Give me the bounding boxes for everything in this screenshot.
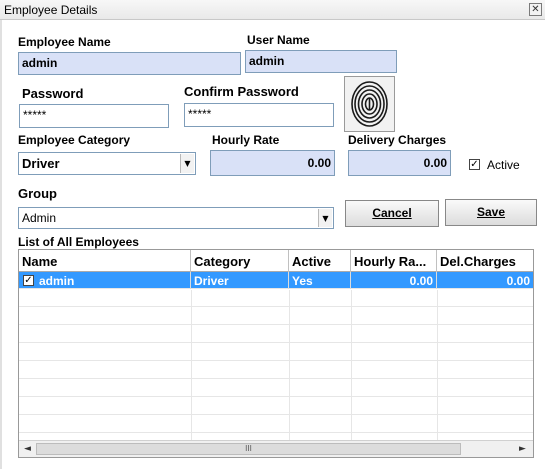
confirm-password-label: Confirm Password bbox=[184, 84, 299, 99]
column-header-category[interactable]: Category bbox=[191, 250, 289, 272]
chevron-down-icon[interactable]: ▼ bbox=[180, 154, 194, 173]
empty-row bbox=[19, 398, 533, 415]
delivery-charges-field[interactable]: 0.00 bbox=[348, 150, 451, 176]
active-label: Active bbox=[487, 158, 520, 172]
checkmark-icon: ✓ bbox=[24, 275, 33, 286]
employee-name-label: Employee Name bbox=[18, 35, 111, 49]
group-value: Admin bbox=[22, 211, 57, 225]
column-header-name[interactable]: Name bbox=[19, 250, 191, 272]
user-name-label: User Name bbox=[247, 33, 310, 47]
column-header-active[interactable]: Active bbox=[289, 250, 351, 272]
table-row[interactable]: ✓ admin Driver Yes 0.00 0.00 bbox=[19, 272, 533, 289]
hourly-rate-field[interactable]: 0.00 bbox=[210, 150, 335, 176]
cell-active: Yes bbox=[289, 272, 351, 289]
scroll-thumb[interactable]: III bbox=[36, 443, 461, 455]
empty-row bbox=[19, 362, 533, 379]
empty-row bbox=[19, 290, 533, 307]
group-select[interactable]: Admin ▼ bbox=[18, 207, 334, 229]
scroll-right-icon[interactable]: ► bbox=[515, 442, 530, 456]
checkmark-icon: ✓ bbox=[470, 159, 479, 170]
window-frame bbox=[0, 20, 2, 469]
cell-del-charges: 0.00 bbox=[506, 274, 530, 288]
cancel-button[interactable]: Cancel bbox=[345, 200, 439, 227]
save-button[interactable]: Save bbox=[445, 199, 537, 226]
empty-row bbox=[19, 326, 533, 343]
horizontal-scrollbar[interactable]: ◄ III ► bbox=[19, 440, 533, 457]
column-header-del-charges[interactable]: Del.Charges bbox=[437, 250, 533, 272]
hourly-rate-label: Hourly Rate bbox=[212, 133, 280, 147]
employee-grid[interactable]: Name Category Active Hourly Ra... Del.Ch… bbox=[18, 249, 534, 458]
grid-header: Name Category Active Hourly Ra... Del.Ch… bbox=[19, 250, 533, 272]
window-title: Employee Details bbox=[4, 3, 98, 17]
password-label: Password bbox=[22, 86, 84, 101]
column-divider bbox=[191, 290, 192, 440]
row-checkbox[interactable]: ✓ bbox=[23, 275, 34, 286]
empty-row bbox=[19, 380, 533, 397]
column-header-hourly-rate[interactable]: Hourly Ra... bbox=[351, 250, 437, 272]
cell-category: Driver bbox=[191, 272, 289, 289]
column-divider bbox=[351, 290, 352, 440]
empty-row bbox=[19, 344, 533, 361]
column-divider bbox=[289, 290, 290, 440]
fingerprint-icon bbox=[351, 81, 388, 127]
group-label: Group bbox=[18, 186, 57, 201]
employee-category-value: Driver bbox=[22, 156, 60, 171]
column-divider bbox=[437, 290, 438, 440]
delivery-charges-label: Delivery Charges bbox=[348, 133, 447, 147]
cell-name: ✓ admin bbox=[19, 272, 191, 289]
close-button[interactable]: ✕ bbox=[529, 3, 542, 16]
employee-category-select[interactable]: Driver ▼ bbox=[18, 152, 196, 175]
chevron-down-icon[interactable]: ▼ bbox=[318, 209, 332, 227]
empty-row bbox=[19, 416, 533, 433]
employee-category-label: Employee Category bbox=[18, 133, 131, 147]
close-icon: ✕ bbox=[531, 4, 540, 15]
cell-hourly-rate: 0.00 bbox=[351, 272, 437, 289]
title-bar: Employee Details ✕ bbox=[0, 0, 545, 20]
employee-list-title: List of All Employees bbox=[18, 235, 139, 249]
password-field[interactable]: ***** bbox=[19, 104, 169, 128]
empty-row bbox=[19, 308, 533, 325]
employee-name-field[interactable]: admin bbox=[18, 52, 241, 75]
user-name-field[interactable]: admin bbox=[245, 50, 397, 73]
confirm-password-field[interactable]: ***** bbox=[184, 103, 334, 127]
active-checkbox[interactable]: ✓ bbox=[469, 159, 480, 170]
fingerprint-button[interactable] bbox=[344, 76, 395, 132]
cell-name-text: admin bbox=[39, 274, 75, 288]
scroll-left-icon[interactable]: ◄ bbox=[20, 442, 35, 456]
grip-icon: III bbox=[245, 444, 252, 453]
